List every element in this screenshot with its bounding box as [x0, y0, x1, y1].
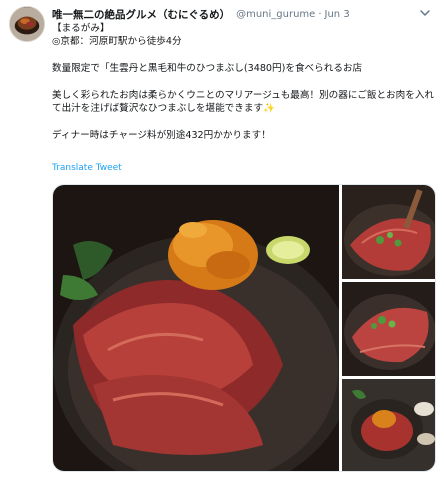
photo-main[interactable]	[53, 185, 339, 471]
sparkles-icon: ✨	[263, 103, 276, 115]
menu-line: 数量限定で「生雲丹と黒毛和牛のひつまぶし(3480円)を食べられるお店	[52, 63, 363, 75]
location-line: ◎京都：河原町駅から徒歩4分	[52, 36, 182, 48]
chevron-down-icon[interactable]	[418, 6, 432, 20]
separator-dot: ·	[318, 8, 322, 20]
photo-side-2[interactable]	[342, 282, 435, 376]
charge-line: ディナー時はチャージ料が別途432円かかります！	[52, 130, 271, 142]
display-name[interactable]: 唯一無二の絶品グルメ（むにぐるめ）	[52, 7, 230, 22]
translate-tweet-link[interactable]: Translate Tweet	[52, 163, 122, 173]
description-text: 美しく彩られたお肉は柔らかくウニとのマリアージュも最高！別の器にご飯とお肉を入れ…	[52, 90, 435, 115]
user-handle[interactable]: @muni_gurume	[236, 9, 315, 20]
shop-name-line: 【まるがみ】	[52, 23, 110, 34]
tweet-date[interactable]: Jun 3	[325, 9, 350, 20]
avatar[interactable]	[9, 6, 45, 42]
photo-side-1[interactable]	[342, 185, 435, 279]
tweet-text: 【まるがみ】 ◎京都：河原町駅から徒歩4分 数量限定で「生雲丹と黒毛和牛のひつま…	[52, 22, 436, 143]
tweet-header: 唯一無二の絶品グルメ（むにぐるめ） @muni_gurume · Jun 3	[52, 6, 350, 22]
tweet: 唯一無二の絶品グルメ（むにぐるめ） @muni_gurume · Jun 3 【…	[0, 0, 444, 480]
photo-side-3[interactable]	[342, 379, 435, 471]
media-grid	[52, 184, 436, 472]
description-paragraph: 美しく彩られたお肉は柔らかくウニとのマリアージュも最高！別の器にご飯とお肉を入れ…	[52, 89, 436, 116]
